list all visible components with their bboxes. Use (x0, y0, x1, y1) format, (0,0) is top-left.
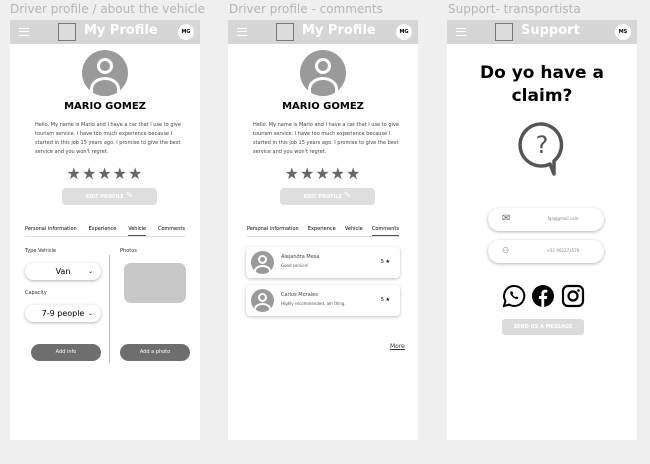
add-photo-button[interactable]: Add a photo (120, 344, 190, 361)
screen-label: Driver profile - comments (229, 2, 383, 16)
logo-placeholder (276, 23, 294, 41)
tab-comments[interactable]: Comments (158, 224, 185, 236)
screen-label: Support- transportista (448, 2, 581, 16)
capacity-label: Capacity (25, 290, 47, 296)
profile-avatar-icon (300, 50, 346, 96)
profile-comments-screen: My Profile MG MARIO GOMEZ Hello. My name… (228, 20, 418, 440)
edit-profile-button[interactable]: EDIT PROFILE ✎ (280, 188, 375, 205)
tab-vehicle[interactable]: Vehicle (128, 224, 147, 236)
tab-personal-information[interactable]: Personal information (247, 224, 299, 236)
profile-tabs: Personal information Experience Vehicle … (25, 224, 185, 237)
phone-value: +51 962373579 (546, 248, 580, 253)
pencil-icon: ✎ (343, 191, 352, 201)
comment-text: Good service! (281, 263, 309, 268)
type-vehicle-label: Type Vehicle (25, 248, 56, 254)
comment-card: Carlos Morales Highly recommended, am th… (246, 285, 400, 316)
header-title: Support (521, 23, 580, 38)
capacity-value: 7-9 people (41, 309, 85, 318)
driver-bio: Hello. My name is Mario and I have a car… (253, 122, 399, 155)
chevron-down-icon: ⌄ (87, 268, 93, 275)
user-avatar[interactable]: MG (178, 24, 194, 40)
header-title: My Profile (302, 23, 376, 38)
tab-comments[interactable]: Comments (371, 224, 399, 236)
rating-stars: ★★★★★ (284, 164, 362, 183)
user-avatar[interactable]: MS (615, 24, 631, 40)
profile-avatar-icon (82, 50, 128, 96)
header: My Profile MG (10, 20, 200, 44)
comment-text: Highly recommended, am thing. (281, 301, 346, 306)
driver-name: MARIO GOMEZ (282, 101, 364, 112)
profile-vehicle-screen: My Profile MG MARIO GOMEZ Hello. My name… (10, 20, 200, 440)
comment-card: Alejandra Mesa Good service! 5 ★ (246, 247, 400, 278)
pencil-icon: ✎ (125, 191, 134, 201)
person-icon: ⚇ (502, 246, 510, 255)
menu-icon[interactable] (19, 28, 29, 36)
profile-tabs: Personal information Experience Vehicle … (247, 224, 399, 237)
edit-profile-button[interactable]: EDIT PROFILE ✎ (62, 188, 157, 205)
screen-label: Driver profile / about the vehicle (10, 2, 205, 16)
type-vehicle-select[interactable]: Van ⌄ (25, 263, 101, 280)
logo-placeholder (495, 23, 513, 41)
user-avatar-icon (251, 289, 274, 312)
facebook-icon[interactable] (531, 284, 555, 308)
more-link[interactable]: More (390, 343, 405, 350)
edit-profile-label: EDIT PROFILE (303, 194, 342, 200)
svg-text:?: ? (536, 131, 549, 159)
whatsapp-icon[interactable] (502, 284, 526, 308)
commenter-name: Carlos Morales (281, 292, 318, 298)
divider (109, 255, 110, 363)
header: Support MS (447, 20, 637, 44)
user-avatar[interactable]: MG (396, 24, 412, 40)
driver-bio: Hello. My name is Mario and I have a car… (35, 122, 181, 155)
send-message-button[interactable]: SEND US A MESSAGE (502, 319, 584, 335)
menu-icon[interactable] (456, 28, 466, 36)
comment-rating: 5 ★ (380, 297, 390, 303)
add-info-button[interactable]: Add info (31, 344, 101, 361)
tab-experience[interactable]: Experience (308, 224, 336, 236)
logo-placeholder (58, 23, 76, 41)
tab-experience[interactable]: Experience (89, 224, 117, 236)
phone-field[interactable]: ⚇ +51 962373579 (488, 240, 604, 263)
email-field[interactable]: ✉ fgs@gmail.com (488, 208, 604, 231)
envelope-icon: ✉ (502, 213, 511, 224)
header: My Profile MG (228, 20, 418, 44)
tab-personal-information[interactable]: Personal information (25, 224, 77, 236)
commenter-name: Alejandra Mesa (281, 254, 320, 260)
capacity-select[interactable]: 7-9 people ⌄ (25, 305, 101, 322)
edit-profile-label: EDIT PROFILE (85, 194, 124, 200)
header-title: My Profile (84, 23, 158, 38)
chevron-down-icon: ⌄ (87, 310, 93, 317)
support-screen: Support MS Do yo have a claim? ? ✉ fgs@gm… (447, 20, 637, 440)
instagram-icon[interactable] (561, 284, 585, 308)
email-value: fgs@gmail.com (547, 216, 579, 221)
claim-question: Do yo have a claim? (480, 63, 604, 106)
rating-stars: ★★★★★ (66, 164, 144, 183)
photos-label: Photos (120, 248, 137, 254)
type-vehicle-value: Van (55, 267, 71, 276)
tab-vehicle[interactable]: Vehicle (345, 224, 363, 236)
driver-name: MARIO GOMEZ (64, 101, 146, 112)
comment-rating: 5 ★ (380, 259, 390, 265)
photo-placeholder (124, 263, 186, 303)
menu-icon[interactable] (237, 28, 247, 36)
user-avatar-icon (251, 251, 274, 274)
question-bubble-icon: ? (518, 122, 564, 176)
